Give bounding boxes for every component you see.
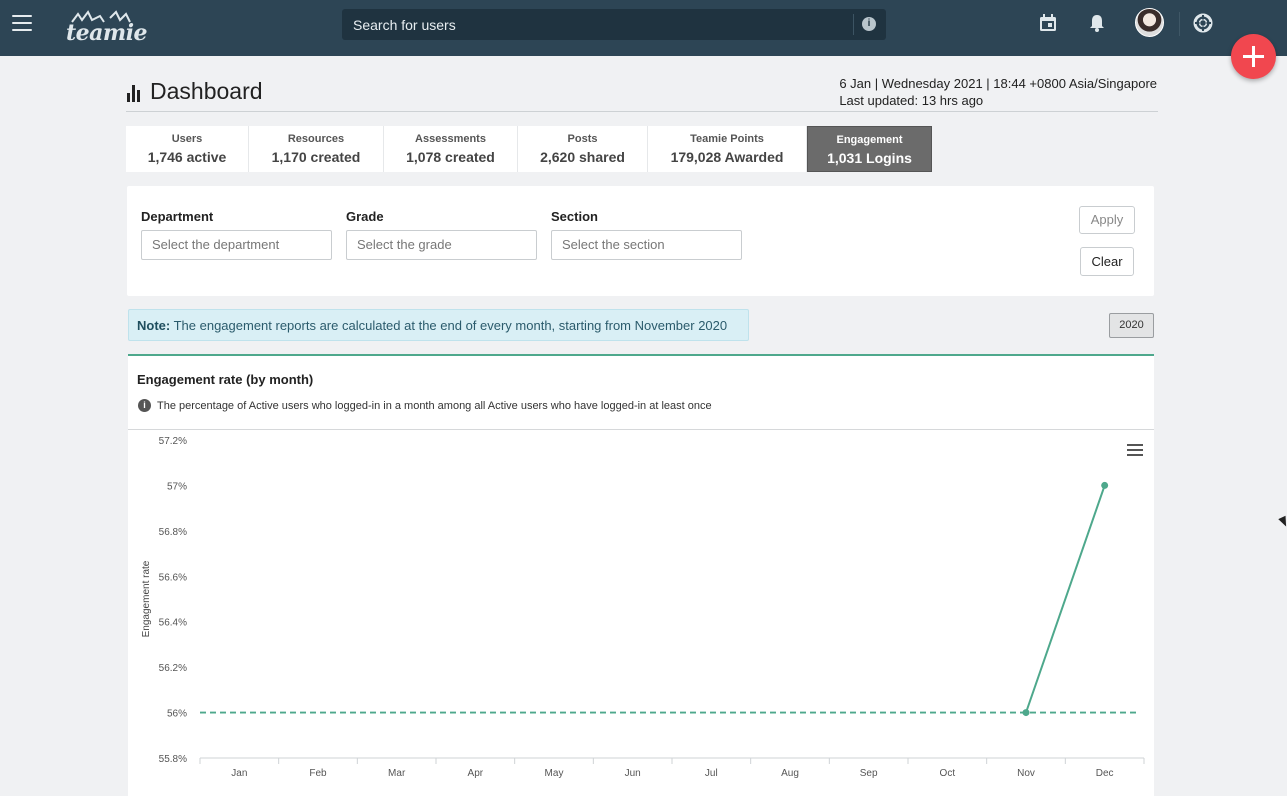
tab-value: 1,031 Logins: [827, 150, 912, 166]
series-line: [1025, 485, 1106, 713]
y-tick-label: 55.8%: [159, 754, 187, 765]
engagement-chart-card: Engagement rate (by month) i The percent…: [128, 354, 1154, 796]
search-input[interactable]: Search for users i: [342, 9, 886, 40]
tab-value: 1,746 active: [147, 149, 227, 165]
tab-label: Resources: [287, 133, 345, 145]
search-placeholder: Search for users: [353, 17, 456, 33]
info-icon[interactable]: i: [862, 17, 876, 31]
tab-label: Teamie Points: [690, 133, 764, 145]
tab-teamie-points[interactable]: Teamie Points 179,028 Awarded: [648, 126, 807, 172]
grade-label: Grade: [346, 209, 384, 224]
clear-button[interactable]: Clear: [1080, 247, 1134, 276]
tab-value: 1,170 created: [271, 149, 361, 165]
tab-label: Posts: [567, 133, 598, 145]
x-tick-label: Jun: [625, 768, 641, 779]
mouse-cursor-icon: [1278, 515, 1287, 529]
tab-label: Engagement: [836, 134, 903, 146]
chart-menu-icon[interactable]: [1127, 444, 1143, 458]
apply-button[interactable]: Apply: [1079, 206, 1135, 234]
engagement-line-chart: 57.2% 57% 56.8% 56.6% 56.4% 56.2% 56% 55.8% Enga…: [141, 436, 1145, 779]
tab-label: Assessments: [415, 133, 486, 145]
data-point: [1101, 481, 1109, 489]
current-datetime: 6 Jan | Wednesday 2021 | 18:44 +0800 Asi…: [839, 76, 1157, 91]
tab-posts[interactable]: Posts 2,620 shared: [518, 126, 648, 172]
avatar[interactable]: [1135, 8, 1164, 37]
tab-value: 2,620 shared: [540, 149, 625, 165]
tab-users[interactable]: Users 1,746 active: [126, 126, 249, 172]
logo-text: teamie: [66, 20, 148, 46]
section-select[interactable]: Select the section: [551, 230, 742, 260]
grade-select[interactable]: Select the grade: [346, 230, 537, 260]
data-point: [1022, 709, 1030, 717]
filter-panel: Department Select the department Grade S…: [127, 186, 1154, 296]
department-label: Department: [141, 209, 214, 224]
x-tick-label: Feb: [309, 768, 327, 779]
search-divider: [853, 14, 854, 35]
x-tick-label: Dec: [1096, 768, 1114, 779]
x-tick-label: Sep: [860, 768, 878, 779]
tab-label: Users: [171, 133, 203, 145]
note-prefix: Note:: [137, 318, 171, 333]
x-tick-label: Nov: [1017, 768, 1035, 779]
tab-value: 1,078 created: [406, 149, 495, 165]
tab-assessments[interactable]: Assessments 1,078 created: [384, 126, 518, 172]
header-datetime: 6 Jan | Wednesday 2021 | 18:44 +0800 Asi…: [839, 75, 1157, 109]
tab-resources[interactable]: Resources 1,170 created: [249, 126, 384, 172]
bar-chart-icon: [127, 85, 144, 102]
y-tick-label: 57%: [167, 481, 187, 492]
tab-value: 179,028 Awarded: [670, 149, 784, 165]
topbar-divider: [1179, 12, 1180, 36]
y-tick-label: 56%: [167, 709, 187, 720]
stat-tabs: Users 1,746 active Resources 1,170 creat…: [126, 126, 932, 172]
top-navigation-bar: teamie Search for users i: [0, 0, 1287, 56]
header-divider: [126, 111, 1158, 112]
x-tick-label: Apr: [468, 768, 484, 779]
last-updated: Last updated: 13 hrs ago: [839, 93, 984, 108]
y-axis-title: Engagement rate: [141, 560, 152, 637]
x-tick-label: May: [545, 768, 564, 779]
section-label: Section: [551, 209, 598, 224]
page-title: Dashboard: [150, 78, 263, 104]
y-tick-label: 56.2%: [159, 663, 187, 674]
y-tick-label: 56.4%: [159, 618, 187, 629]
y-tick-label: 57.2%: [159, 436, 187, 447]
y-tick-label: 56.8%: [159, 527, 187, 538]
tab-engagement[interactable]: Engagement 1,031 Logins: [807, 126, 932, 172]
x-tick-label: Jan: [231, 768, 247, 779]
engagement-note: Note: The engagement reports are calcula…: [128, 309, 749, 341]
teamie-logo[interactable]: teamie: [66, 8, 150, 46]
year-button[interactable]: 2020: [1109, 313, 1154, 338]
menu-icon[interactable]: [12, 15, 32, 31]
x-tick-label: Aug: [781, 768, 799, 779]
calendar-icon[interactable]: [1038, 13, 1058, 33]
x-tick-label: Mar: [388, 768, 406, 779]
add-icon[interactable]: [1231, 34, 1276, 79]
help-lifebuoy-icon[interactable]: [1193, 13, 1213, 33]
x-tick-label: Jul: [705, 768, 718, 779]
x-tick-label: Oct: [940, 768, 956, 779]
y-tick-label: 56.6%: [159, 572, 187, 583]
bell-icon[interactable]: [1087, 13, 1107, 33]
department-select[interactable]: Select the department: [141, 230, 332, 260]
note-text: The engagement reports are calculated at…: [170, 318, 728, 333]
